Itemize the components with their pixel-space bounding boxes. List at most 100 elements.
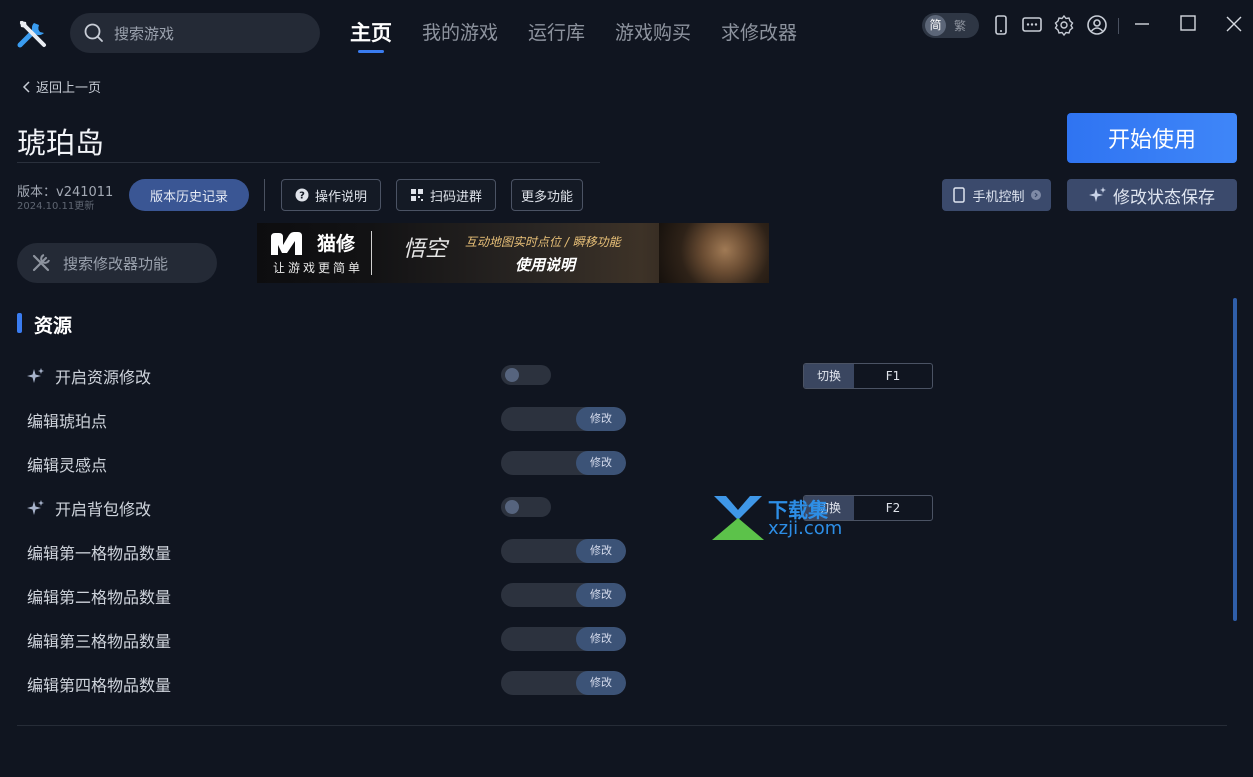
tab-home[interactable]: 主页: [350, 18, 392, 53]
button-divider: [264, 179, 265, 211]
maximize-icon[interactable]: [1175, 12, 1201, 38]
promo-banner[interactable]: 猫修 让游戏更简单 悟空 互动地图实时点位 / 瞬移功能 使用说明: [257, 223, 769, 283]
backpack-toggle-switch[interactable]: [501, 497, 551, 517]
tools-icon: [32, 254, 50, 272]
message-icon[interactable]: [1021, 14, 1043, 36]
settings-icon[interactable]: [1053, 14, 1075, 37]
more-features-button[interactable]: 更多功能: [511, 179, 583, 211]
watermark-url: xzji.com: [768, 518, 843, 539]
watermark: 下载集 xzji.com: [710, 492, 842, 546]
main-nav: 主页 我的游戏 运行库 游戏购买 求修改器: [350, 18, 797, 53]
row-label: 编辑琥珀点: [27, 412, 108, 431]
slot3-qty-input[interactable]: 修改: [501, 627, 626, 651]
slot1-qty-input[interactable]: 修改: [501, 539, 626, 563]
toolbar-divider: [1118, 18, 1119, 34]
sparkle-icon: [27, 368, 44, 383]
language-switch[interactable]: 简 繁: [922, 13, 979, 38]
back-label: 返回上一页: [36, 81, 102, 96]
chevron-right-circle-icon: [1030, 190, 1041, 200]
phone-control-button[interactable]: 手机控制: [942, 179, 1051, 211]
amber-points-input[interactable]: 修改: [501, 407, 626, 431]
more-features-label: 更多功能: [520, 189, 573, 205]
feature-search-input[interactable]: 搜索修改器功能: [17, 243, 217, 283]
back-link[interactable]: 返回上一页: [22, 77, 101, 96]
row-label: 编辑第一格物品数量: [27, 544, 172, 563]
modify-button[interactable]: 修改: [576, 671, 626, 695]
slot2-qty-input[interactable]: 修改: [501, 583, 626, 607]
row-label: 开启资源修改: [55, 368, 152, 387]
feature-search-placeholder: 搜索修改器功能: [63, 254, 169, 273]
game-title: 琥珀岛: [17, 126, 105, 160]
lang-traditional[interactable]: 繁: [954, 17, 966, 34]
modify-button[interactable]: 修改: [576, 583, 626, 607]
row-label: 编辑灵感点: [27, 456, 108, 475]
row-slot3-qty: 编辑第三格物品数量: [27, 629, 171, 651]
hotkey-key: F1: [885, 369, 901, 383]
help-label: 操作说明: [314, 189, 367, 205]
lang-simplified[interactable]: 简: [925, 15, 946, 36]
inspiration-points-input[interactable]: 修改: [501, 451, 626, 475]
banner-brand-sub: 让游戏更简单: [273, 261, 364, 275]
row-resource-toggle: 开启资源修改: [27, 365, 151, 387]
modify-button[interactable]: 修改: [576, 407, 626, 431]
qr-group-label: 扫码进群: [429, 189, 482, 205]
phone-icon: [953, 187, 966, 203]
sparkle-icon: [1089, 187, 1106, 202]
question-icon: ?: [295, 188, 309, 202]
toggle-knob: [505, 500, 519, 514]
start-button[interactable]: 开始使用: [1067, 113, 1237, 163]
app-logo-icon: [16, 17, 50, 51]
tab-runtime[interactable]: 运行库: [528, 18, 585, 48]
banner-tagline: 互动地图实时点位 / 瞬移功能: [465, 235, 621, 249]
tab-my-games[interactable]: 我的游戏: [422, 18, 498, 48]
qr-group-button[interactable]: 扫码进群: [396, 179, 496, 211]
row-slot4-qty: 编辑第四格物品数量: [27, 673, 171, 695]
hotkey-f1[interactable]: 切换 F1: [803, 363, 933, 389]
resource-toggle-switch[interactable]: [501, 365, 551, 385]
sparkle-icon: [27, 500, 44, 515]
banner-monkey-image: [659, 223, 769, 283]
section-accent-bar: [17, 313, 22, 333]
save-state-button[interactable]: 修改状态保存: [1067, 179, 1237, 211]
tab-game-purchase[interactable]: 游戏购买: [615, 18, 691, 48]
banner-brand: 猫修: [317, 233, 356, 255]
hotkey-action: 切换: [804, 364, 854, 388]
hotkey-key: F2: [885, 501, 901, 515]
help-button[interactable]: ? 操作说明: [281, 179, 381, 211]
watermark-logo-icon: [712, 496, 764, 540]
banner-logo-icon: [271, 232, 302, 255]
minimize-icon[interactable]: [1129, 12, 1155, 38]
row-slot1-qty: 编辑第一格物品数量: [27, 541, 171, 563]
row-label: 开启背包修改: [55, 500, 152, 519]
tab-request-trainer[interactable]: 求修改器: [721, 18, 797, 48]
scrollbar[interactable]: [1233, 298, 1237, 621]
phone-control-label: 手机控制: [972, 189, 1025, 205]
close-icon[interactable]: [1221, 12, 1247, 38]
user-icon[interactable]: [1086, 14, 1108, 36]
save-state-label: 修改状态保存: [1113, 187, 1215, 208]
banner-wukong-mark: 悟空: [403, 237, 448, 262]
modify-button[interactable]: 修改: [576, 451, 626, 475]
section-title: 资源: [34, 315, 73, 337]
row-label: 编辑第二格物品数量: [27, 588, 172, 607]
modify-button[interactable]: 修改: [576, 539, 626, 563]
version-history-label: 版本历史记录: [149, 189, 228, 205]
start-label: 开始使用: [1107, 128, 1196, 153]
banner-divider: [371, 231, 372, 275]
bottom-divider: [17, 725, 1227, 726]
svg-text:?: ?: [299, 191, 305, 202]
search-placeholder: 搜索游戏: [114, 24, 175, 43]
title-divider: [17, 162, 600, 163]
row-backpack-toggle: 开启背包修改: [27, 497, 151, 519]
phone-icon[interactable]: [990, 14, 1012, 36]
modify-button[interactable]: 修改: [576, 627, 626, 651]
row-label: 编辑第三格物品数量: [27, 632, 172, 651]
search-icon: [84, 23, 103, 42]
version-date: 2024.10.11更新: [17, 201, 95, 212]
slot4-qty-input[interactable]: 修改: [501, 671, 626, 695]
game-search-input[interactable]: 搜索游戏: [70, 13, 320, 53]
version-history-button[interactable]: 版本历史记录: [129, 179, 249, 211]
row-amber-points: 编辑琥珀点: [27, 409, 107, 431]
row-label: 编辑第四格物品数量: [27, 676, 172, 695]
row-slot2-qty: 编辑第二格物品数量: [27, 585, 171, 607]
